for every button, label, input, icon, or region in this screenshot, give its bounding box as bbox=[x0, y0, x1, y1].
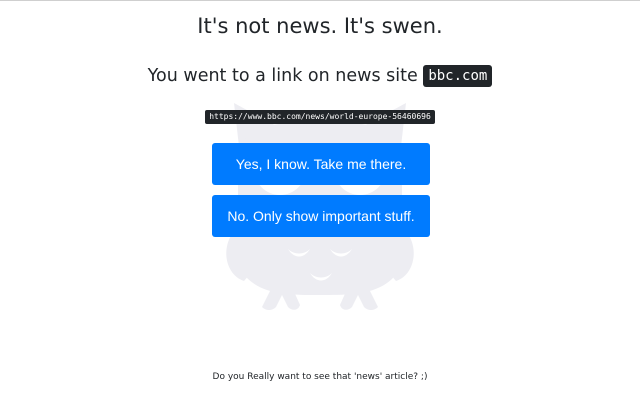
site-badge: bbc.com bbox=[423, 65, 493, 87]
notice-prefix: You went to a link on news site bbox=[147, 66, 418, 86]
footer-text: Do you Really want to see that 'news' ar… bbox=[212, 372, 428, 382]
page-title: It's not news. It's swen. bbox=[197, 14, 443, 38]
take-me-there-button[interactable]: Yes, I know. Take me there. bbox=[212, 143, 430, 185]
url-line: https://www.bbc.com/news/world-europe-56… bbox=[0, 104, 640, 124]
article-url: https://www.bbc.com/news/world-europe-56… bbox=[205, 110, 435, 124]
notice-text: You went to a link on news site bbc.com bbox=[0, 64, 640, 88]
show-important-button[interactable]: No. Only show important stuff. bbox=[212, 195, 430, 237]
page: It's not news. It's swen. You went to a … bbox=[0, 0, 640, 400]
